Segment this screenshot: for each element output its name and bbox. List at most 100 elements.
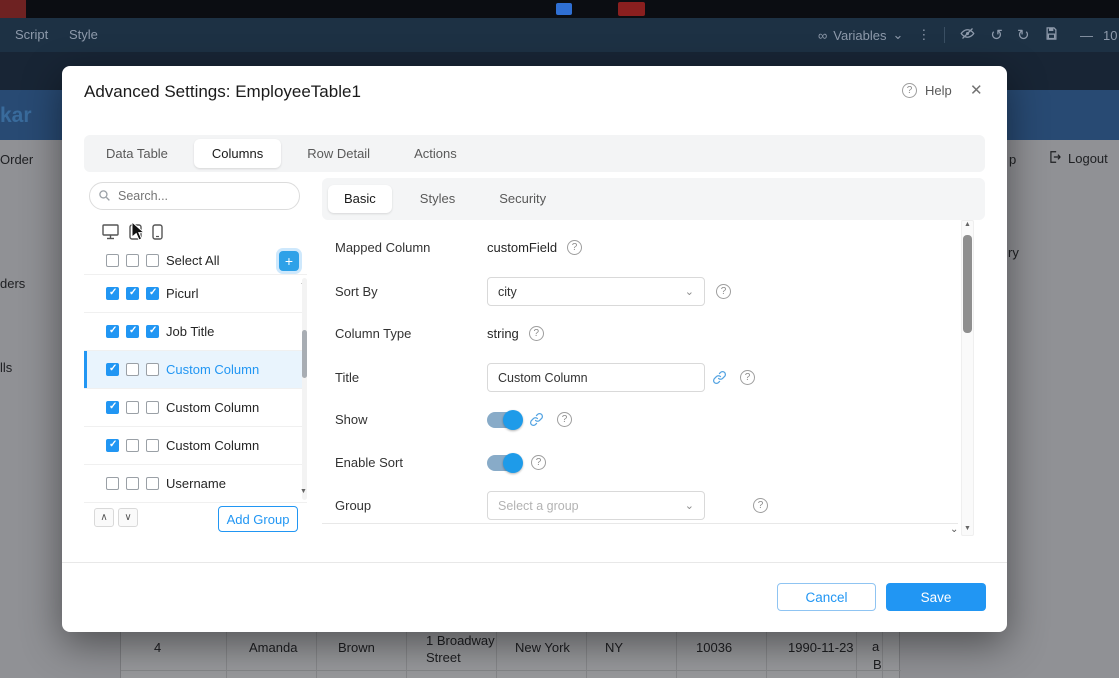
help-icon: ? xyxy=(902,83,917,98)
select-all-row[interactable]: Select All + xyxy=(84,247,307,275)
tab-styles[interactable]: Styles xyxy=(404,185,471,213)
checkbox-mobile[interactable] xyxy=(146,287,159,300)
column-row-username[interactable]: Username xyxy=(84,465,307,503)
add-group-button[interactable]: Add Group xyxy=(218,506,298,532)
link-icon[interactable] xyxy=(529,412,544,427)
checkbox-tablet[interactable] xyxy=(126,477,139,490)
checkbox-desktop[interactable] xyxy=(106,477,119,490)
column-row-custom-3[interactable]: Custom Column xyxy=(84,427,307,465)
settings-scrollbar[interactable]: ▲ ▼ xyxy=(961,220,974,536)
menu-style[interactable]: Style xyxy=(69,18,98,52)
checkbox-mobile[interactable] xyxy=(146,254,159,267)
checkbox-tablet[interactable] xyxy=(126,401,139,414)
mouse-cursor xyxy=(131,221,145,244)
checkbox-tablet[interactable] xyxy=(126,363,139,376)
column-list-scrollbar[interactable] xyxy=(302,278,307,500)
checkbox-tablet[interactable] xyxy=(126,287,139,300)
checkbox-mobile[interactable] xyxy=(146,325,159,338)
scroll-up-icon[interactable]: ▲ xyxy=(964,221,971,228)
os-titlebar xyxy=(0,0,1119,18)
column-row-label: Custom Column xyxy=(166,400,259,415)
checkbox-mobile[interactable] xyxy=(146,477,159,490)
mapped-column-value: customField xyxy=(487,240,557,255)
checkbox-desktop[interactable] xyxy=(106,401,119,414)
titlebar-badge-right xyxy=(618,2,645,16)
title-input[interactable] xyxy=(487,363,705,392)
group-select[interactable]: Select a group ⌄ xyxy=(487,491,705,520)
checkbox-tablet[interactable] xyxy=(126,254,139,267)
help-icon[interactable]: ? xyxy=(716,284,731,299)
help-icon[interactable]: ? xyxy=(740,370,755,385)
scroll-down-icon[interactable]: ▼ xyxy=(300,488,307,495)
checkbox-mobile[interactable] xyxy=(146,363,159,376)
column-row-custom-2[interactable]: Custom Column xyxy=(84,389,307,427)
help-icon[interactable]: ? xyxy=(567,240,582,255)
field-label: Show xyxy=(335,412,487,427)
tab-actions[interactable]: Actions xyxy=(396,139,475,168)
column-row-label: Job Title xyxy=(166,324,214,339)
tab-data-table[interactable]: Data Table xyxy=(88,139,186,168)
search-icon xyxy=(98,189,111,205)
column-row-picurl[interactable]: Picurl xyxy=(84,275,307,313)
scrollbar-thumb[interactable] xyxy=(302,330,307,378)
desktop-icon[interactable] xyxy=(102,224,119,243)
scroll-down-icon[interactable]: ▼ xyxy=(964,525,971,532)
checkbox-mobile[interactable] xyxy=(146,401,159,414)
help-icon[interactable]: ? xyxy=(531,455,546,470)
search-input[interactable] xyxy=(89,182,300,210)
checkbox-tablet[interactable] xyxy=(126,325,139,338)
close-icon[interactable]: ✕ xyxy=(970,81,983,99)
modal-footer-divider xyxy=(62,562,1007,563)
scrollbar-thumb[interactable] xyxy=(963,235,972,333)
zoom-value: 10 xyxy=(1103,28,1117,43)
field-label: Group xyxy=(335,498,487,513)
help-icon[interactable]: ? xyxy=(557,412,572,427)
field-mapped-column: Mapped Column customField ? xyxy=(335,233,582,262)
checkbox-mobile[interactable] xyxy=(146,439,159,452)
tab-security[interactable]: Security xyxy=(483,185,562,213)
help-button[interactable]: ? Help xyxy=(902,83,952,98)
checkbox-desktop[interactable] xyxy=(106,363,119,376)
save-icon[interactable] xyxy=(1044,26,1059,44)
undo-icon[interactable]: ↺ xyxy=(990,26,1003,44)
infinity-icon: ∞ xyxy=(818,28,827,43)
tab-columns[interactable]: Columns xyxy=(194,139,281,168)
help-icon[interactable]: ? xyxy=(529,326,544,341)
link-icon[interactable] xyxy=(712,370,727,385)
field-label: Sort By xyxy=(335,284,487,299)
tab-basic[interactable]: Basic xyxy=(328,185,392,213)
column-row-custom-selected[interactable]: Custom Column xyxy=(84,351,307,389)
menu-script[interactable]: Script xyxy=(15,18,48,52)
checkbox-desktop[interactable] xyxy=(106,439,119,452)
add-column-button[interactable]: + xyxy=(279,251,299,271)
help-icon[interactable]: ? xyxy=(753,498,768,513)
field-label: Mapped Column xyxy=(335,240,487,255)
save-button[interactable]: Save xyxy=(886,583,986,611)
settings-tabbar: Basic Styles Security xyxy=(322,178,985,220)
move-down-button[interactable]: ∨ xyxy=(118,508,138,527)
variables-dropdown[interactable]: ∞ Variables ⌄ xyxy=(818,27,903,43)
move-up-button[interactable]: ∧ xyxy=(94,508,114,527)
checkbox-desktop[interactable] xyxy=(106,287,119,300)
show-toggle[interactable] xyxy=(487,412,521,428)
sort-by-select[interactable]: city ⌄ xyxy=(487,277,705,306)
zoom-out-icon[interactable]: — xyxy=(1080,28,1093,43)
column-row-job-title[interactable]: Job Title xyxy=(84,313,307,351)
scroll-down-icon[interactable]: ⌄ xyxy=(950,524,958,535)
redo-icon[interactable]: ↻ xyxy=(1017,26,1030,44)
preview-eye-icon[interactable] xyxy=(959,26,976,44)
checkbox-desktop[interactable] xyxy=(106,254,119,267)
enable-sort-toggle[interactable] xyxy=(487,455,521,471)
field-label: Column Type xyxy=(335,326,487,341)
cancel-button[interactable]: Cancel xyxy=(777,583,876,611)
screen: Script Style ∞ Variables ⌄ ⋮ ↺ ↻ — 10 xyxy=(0,0,1119,678)
help-label: Help xyxy=(925,83,952,98)
tab-row-detail[interactable]: Row Detail xyxy=(289,139,388,168)
column-row-label: Custom Column xyxy=(166,362,259,377)
chevron-down-icon: ⌄ xyxy=(685,287,694,297)
kebab-menu-icon[interactable]: ⋮ xyxy=(917,27,930,43)
mobile-icon[interactable] xyxy=(152,224,163,243)
checkbox-desktop[interactable] xyxy=(106,325,119,338)
settings-bottom-divider xyxy=(322,523,958,524)
checkbox-tablet[interactable] xyxy=(126,439,139,452)
